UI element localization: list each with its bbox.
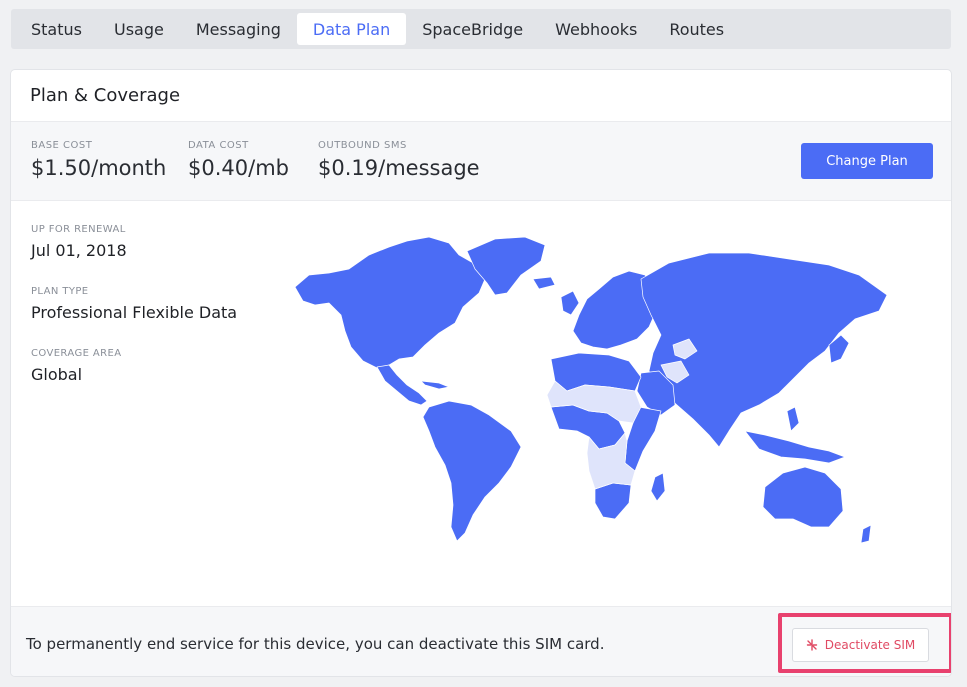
coverage-value: Global: [31, 365, 83, 384]
tab-status[interactable]: Status: [15, 13, 98, 45]
outbound-sms-cost: OUTBOUND SMS $0.19/message: [318, 140, 480, 180]
data-cost-label: DATA COST: [188, 140, 249, 151]
deactivate-hint-text: To permanently end service for this devi…: [26, 635, 605, 653]
deactivate-sim-label: Deactivate SIM: [824, 638, 916, 652]
plan-coverage-card: Plan & Coverage BASE COST $1.50/month DA…: [11, 70, 951, 676]
map-philippines: [786, 406, 800, 432]
deactivate-highlight: Deactivate SIM: [778, 613, 951, 673]
map-madagascar: [650, 472, 666, 502]
data-cost-value: $0.40/mb: [188, 156, 289, 180]
map-north-america: [294, 236, 486, 370]
renewal-value: Jul 01, 2018: [31, 241, 127, 260]
map-southeast-asia: [744, 430, 846, 464]
tab-webhooks[interactable]: Webhooks: [539, 13, 653, 45]
map-north-africa: [550, 352, 642, 392]
deactivate-footer: To permanently end service for this devi…: [11, 606, 951, 676]
base-cost: BASE COST $1.50/month: [31, 140, 166, 180]
map-australia: [762, 466, 844, 528]
plan-type-value: Professional Flexible Data: [31, 303, 238, 322]
map-new-zealand: [860, 524, 872, 544]
base-cost-label: BASE COST: [31, 140, 93, 151]
cost-summary: BASE COST $1.50/month DATA COST $0.40/mb…: [11, 122, 951, 201]
deactivate-sim-button[interactable]: Deactivate SIM: [792, 628, 929, 662]
tab-data-plan[interactable]: Data Plan: [296, 13, 407, 45]
base-cost-value: $1.50/month: [31, 156, 167, 180]
coverage-world-map: [294, 236, 888, 544]
map-caribbean: [420, 380, 450, 390]
tab-spacebridge[interactable]: SpaceBridge: [406, 13, 539, 45]
map-central-america: [376, 364, 428, 406]
plan-type-info: PLAN TYPE Professional Flexible Data: [31, 286, 237, 322]
outbound-sms-label: OUTBOUND SMS: [318, 140, 407, 151]
map-iceland: [532, 276, 556, 290]
tab-routes[interactable]: Routes: [653, 13, 740, 45]
renewal-info: UP FOR RENEWAL Jul 01, 2018: [31, 224, 127, 260]
tab-messaging[interactable]: Messaging: [180, 13, 297, 45]
data-cost: DATA COST $0.40/mb: [188, 140, 289, 180]
outbound-sms-value: $0.19/message: [318, 156, 480, 180]
coverage-label: COVERAGE AREA: [31, 348, 122, 359]
plan-type-label: PLAN TYPE: [31, 286, 89, 297]
coverage-info: COVERAGE AREA Global: [31, 348, 121, 384]
renewal-label: UP FOR RENEWAL: [31, 224, 126, 235]
map-south-america: [422, 400, 522, 542]
map-southern-africa: [594, 482, 632, 520]
tab-usage[interactable]: Usage: [98, 13, 180, 45]
card-title: Plan & Coverage: [11, 70, 951, 122]
map-uk: [560, 290, 580, 316]
tab-bar: Status Usage Messaging Data Plan SpaceBr…: [11, 9, 951, 49]
sim-off-icon: [806, 639, 817, 651]
change-plan-button[interactable]: Change Plan: [801, 143, 933, 179]
